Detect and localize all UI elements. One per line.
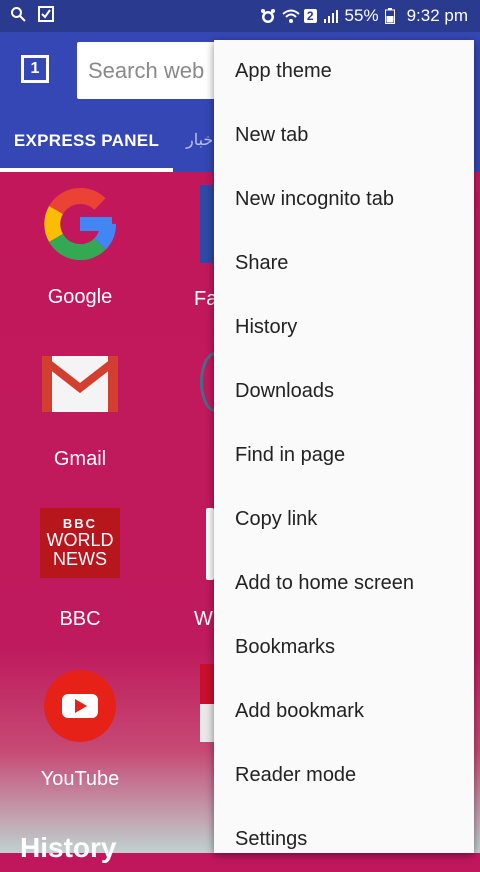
menu-item-label: App theme [235, 60, 332, 82]
menu-item-label: Downloads [235, 380, 334, 402]
tab-express-panel-label: EXPRESS PANEL [13, 131, 160, 150]
menu-item-label: Copy link [235, 508, 318, 530]
menu-item-label: Find in page [235, 444, 346, 466]
partial-logo-icon [200, 664, 214, 704]
speed-dial-google[interactable]: Google [0, 182, 160, 322]
clock: 9:32 pm [406, 6, 468, 25]
youtube-logo-icon [44, 670, 116, 742]
tab-count: 1 [30, 60, 40, 77]
tab-express-panel[interactable]: EXPRESS PANEL [0, 110, 173, 172]
speed-dial-label: Gmail [53, 448, 107, 470]
menu-item-label: New incognito tab [235, 188, 394, 210]
menu-item-add-bookmark[interactable]: Add bookmark [214, 680, 474, 744]
menu-item-label: Add to home screen [235, 572, 414, 594]
wifi-icon [282, 8, 300, 24]
bbc-logo-line: BBC [62, 516, 98, 531]
menu-item-settings[interactable]: Settings [214, 808, 474, 872]
speed-dial-label: YouTube [40, 768, 120, 790]
search-placeholder: Search web [88, 58, 205, 83]
menu-item-label: Settings [235, 828, 308, 850]
menu-item-label: Reader mode [235, 764, 357, 786]
overflow-menu: App theme New tab New incognito tab Shar… [214, 40, 474, 853]
speed-dial-label: Google [47, 286, 113, 308]
menu-item-downloads[interactable]: Downloads [214, 360, 474, 424]
menu-item-add-to-home-screen[interactable]: Add to home screen [214, 552, 474, 616]
menu-item-history[interactable]: History [214, 296, 474, 360]
speed-dial-bbc[interactable]: BBC WORLD NEWS BBC [0, 502, 160, 642]
section-heading-history: History [20, 832, 117, 863]
bbc-logo-line: NEWS [53, 549, 107, 569]
sim-badge: 2 [303, 9, 317, 23]
menu-item-find-in-page[interactable]: Find in page [214, 424, 474, 488]
menu-item-label: Add bookmark [235, 700, 364, 722]
gmail-logo-icon [41, 356, 119, 412]
menu-item-new-tab[interactable]: New tab [214, 104, 474, 168]
speed-dial-label: BBC [59, 608, 101, 630]
menu-item-reader-mode[interactable]: Reader mode [214, 744, 474, 808]
alarm-icon [260, 8, 276, 24]
battery-icon [384, 8, 401, 24]
speed-dial-partial-tile[interactable] [206, 508, 214, 580]
search-input[interactable]: Search web [77, 42, 227, 99]
menu-item-label: New tab [235, 124, 309, 146]
menu-item-app-theme[interactable]: App theme [214, 40, 474, 104]
menu-item-copy-link[interactable]: Copy link [214, 488, 474, 552]
speed-dial-gmail[interactable]: Gmail [0, 342, 160, 482]
menu-item-label: Bookmarks [235, 636, 336, 658]
status-bar: 2 55% 9:32 pm [0, 0, 480, 32]
menu-item-new-incognito-tab[interactable]: New incognito tab [214, 168, 474, 232]
menu-item-label: History [235, 316, 298, 338]
signal-icon [323, 8, 339, 24]
menu-item-bookmarks[interactable]: Bookmarks [214, 616, 474, 680]
google-logo-icon [44, 188, 116, 261]
speed-dial-youtube[interactable]: YouTube [0, 662, 160, 802]
speed-dial-partial-tile[interactable] [200, 664, 214, 742]
menu-item-label: Share [235, 252, 289, 274]
tab-news[interactable]: أخبار [186, 130, 218, 150]
bbc-world-news-logo-icon: BBC WORLD NEWS [40, 508, 120, 578]
battery-percent: 55% [344, 6, 379, 25]
speed-dial-partial-label: W [194, 608, 213, 630]
bbc-logo-line: WORLD [46, 530, 114, 550]
tab-switcher-button[interactable]: 1 [21, 55, 49, 83]
speed-dial-partial-tile[interactable] [200, 185, 214, 263]
menu-item-share[interactable]: Share [214, 232, 474, 296]
checkbox-icon [38, 6, 54, 22]
search-icon [10, 6, 26, 22]
